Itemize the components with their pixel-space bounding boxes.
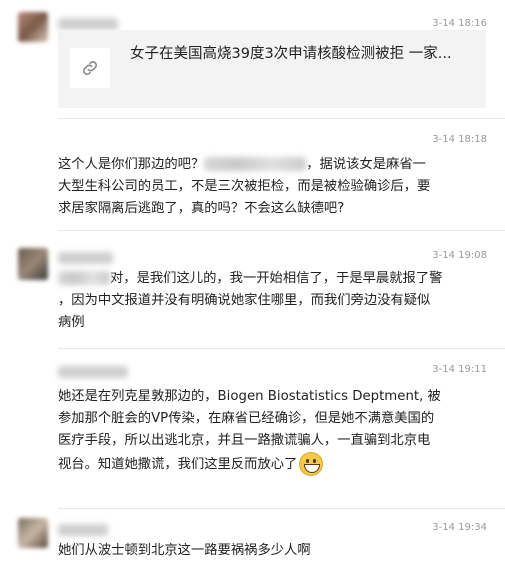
avatar[interactable]: [18, 12, 48, 42]
user-name-redacted: [58, 524, 108, 536]
comment-line: 医疗手段，所以出逃北京，并且一路撒谎骗人，一直骗到北京电: [58, 433, 431, 448]
comment-line: 大型生科公司的员工，不是三次被拒检，而是被检验确诊后，要: [58, 179, 431, 194]
timestamp: 3-14 18:18: [432, 134, 487, 145]
redacted-text: [204, 157, 307, 171]
comment-line: 求居家隔离后逃跑了，真的吗？不会这么缺德吧?: [58, 201, 345, 216]
avatar[interactable]: [18, 248, 48, 280]
comment-line: 她还是在列克星敦那边的，Biogen Biostatistics Deptmen…: [58, 389, 441, 404]
grinning-face-icon: [299, 452, 324, 476]
comment-item-4: 3-14 19:11 她还是在列克星敦那边的，Biogen Biostatist…: [0, 348, 505, 506]
link-icon: [70, 48, 110, 88]
comment-line: 这个人是你们那边的吧？ ，据说该女是麻省一: [58, 157, 426, 172]
comment-item-1: 3-14 18:16 女子在美国高烧39度3次申请核酸检测被拒 一家...: [0, 0, 505, 118]
comment-text: 对，是我们这儿的，我一开始相信了，于是早晨就报了警 ，因为中文报道并没有明确说她…: [58, 268, 469, 334]
timestamp: 3-14 18:16: [432, 18, 487, 29]
comment-line: 视台。知道她撒谎，我们这里反而放心了: [58, 452, 469, 476]
timestamp: 3-14 19:11: [432, 364, 487, 375]
link-title: 女子在美国高烧39度3次申请核酸检测被拒 一家...: [130, 46, 452, 62]
comment-item-3: 3-14 19:08 对，是我们这儿的，我一开始相信了，于是早晨就报了警 ，因为…: [0, 230, 505, 348]
timestamp: 3-14 19:34: [432, 522, 487, 533]
redacted-text: [58, 271, 110, 285]
timestamp: 3-14 19:08: [432, 250, 487, 261]
comment-text: 她们从波士顿到北京这一路要祸祸多少人啊: [58, 540, 469, 562]
comment-text: 她还是在列克星敦那边的，Biogen Biostatistics Deptmen…: [58, 386, 469, 476]
user-name-redacted: [58, 366, 128, 378]
comment-text: 这个人是你们那边的吧？ ，据说该女是麻省一 大型生科公司的员工，不是三次被拒检，而…: [58, 154, 469, 220]
user-name-redacted: [58, 252, 113, 264]
comment-line: 病例: [58, 315, 85, 330]
user-name-redacted: [58, 18, 118, 30]
comment-item-5: 3-14 19:34 她们从波士顿到北京这一路要祸祸多少人啊: [0, 508, 505, 569]
comment-line: 对，是我们这儿的，我一开始相信了，于是早晨就报了警: [58, 268, 469, 290]
comment-item-2: 3-14 18:18 这个人是你们那边的吧？ ，据说该女是麻省一 大型生科公司的员…: [0, 118, 505, 228]
comment-line: 她们从波士顿到北京这一路要祸祸多少人啊: [58, 543, 311, 558]
comment-line: 参加那个脏会的VP传染，在麻省已经确诊，但是她不满意美国的: [58, 411, 435, 426]
shared-link-card[interactable]: 女子在美国高烧39度3次申请核酸检测被拒 一家...: [58, 30, 486, 108]
comment-line: ，因为中文报道并没有明确说她家住哪里，而我们旁边没有疑似: [58, 293, 431, 308]
avatar[interactable]: [18, 518, 48, 548]
